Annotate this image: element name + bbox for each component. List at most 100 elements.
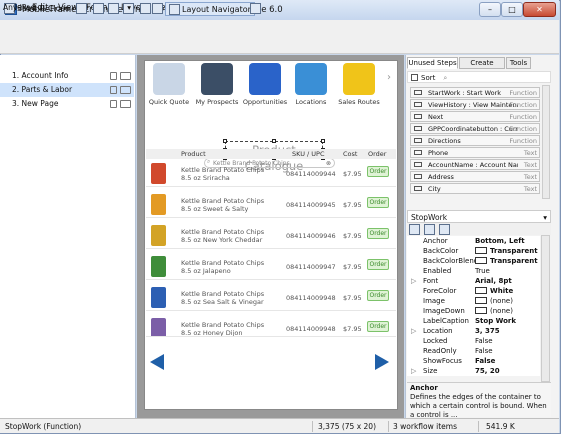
step-item[interactable]: Directions Function [410, 135, 540, 146]
nav-tile-my-prospects[interactable]: My Prospects [194, 63, 240, 116]
button-icon [414, 138, 422, 143]
navigator-icon [169, 4, 180, 15]
next-arrow-icon[interactable] [375, 354, 389, 370]
color-swatch [475, 257, 487, 264]
resize-handle[interactable] [223, 139, 227, 143]
order-button[interactable]: Order [367, 259, 389, 270]
property-row[interactable]: ▷ Location 3, 375 [407, 326, 540, 336]
expand-icon[interactable]: ▷ [411, 366, 416, 376]
list-view-button[interactable] [250, 2, 263, 16]
expand-icon[interactable]: ▷ [411, 276, 416, 286]
property-row[interactable]: ▷ Size 75, 20 [407, 366, 540, 376]
tab-unused-steps[interactable]: Unused Steps [407, 57, 458, 69]
redo-button[interactable] [152, 2, 165, 16]
order-button[interactable]: Order [367, 321, 389, 332]
property-row[interactable]: Locked False [407, 336, 540, 346]
color-swatch [475, 247, 487, 254]
tablet-icon [120, 100, 131, 108]
step-item[interactable]: City Text [410, 183, 540, 194]
product-image [151, 318, 166, 336]
categorized-icon[interactable] [409, 224, 420, 235]
nav-tile-locations[interactable]: Locations [288, 63, 334, 116]
table-row: Kettle Brand Potato Chips 8.5 oz Sea Sal… [146, 284, 396, 311]
table-row: Kettle Brand Potato Chips 8.5 oz Honey D… [146, 315, 396, 337]
property-row[interactable]: BackColor Transparent [407, 246, 540, 256]
maximize-button[interactable]: □ [501, 2, 523, 17]
property-row[interactable]: LabelCaption Stop Work [407, 316, 540, 326]
property-row[interactable]: Enabled True [407, 266, 540, 276]
person-icon [201, 63, 233, 95]
order-button[interactable]: Order [367, 166, 389, 177]
status-selected-item: StopWork (Function) [5, 422, 82, 431]
product-image [151, 287, 166, 308]
step-item[interactable]: ViewHistory : View MaintenanceFunction [410, 99, 540, 110]
page-item-account-info[interactable]: 1. Account Info [0, 69, 134, 83]
status-workflow-count: 3 workflow items [393, 422, 457, 431]
trend-arrow-icon [249, 63, 281, 95]
color-swatch [475, 287, 487, 294]
device-dropdown[interactable]: Any iPad ▾ [2, 2, 133, 14]
table-row: Kettle Brand Potato Chips 8.5 oz Srirach… [146, 160, 396, 187]
textbox-icon [414, 162, 422, 167]
property-row[interactable]: ImageDown (none) [407, 306, 540, 316]
alphabetical-icon[interactable] [424, 224, 435, 235]
property-description: Anchor Defines the edges of the container… [407, 382, 551, 417]
chevron-right-icon[interactable]: › [387, 72, 391, 83]
property-row[interactable]: Image (none) [407, 296, 540, 306]
layout-navigator-button[interactable]: Layout Navigator [165, 2, 255, 16]
phone-icon [110, 86, 117, 94]
tab-create-steps[interactable]: Create Steps [459, 57, 505, 78]
properties-object-select[interactable]: StopWork ▾ [407, 210, 551, 223]
resize-handle[interactable] [321, 139, 325, 143]
textbox-icon [414, 174, 422, 179]
page-item-new-page[interactable]: 3. New Page [0, 97, 134, 111]
order-button[interactable]: Order [367, 290, 389, 301]
property-row[interactable]: ▷ Font Arial, 8pt [407, 276, 540, 286]
property-row[interactable]: ShowFocus False [407, 356, 540, 366]
order-button[interactable]: Order [367, 197, 389, 208]
tablet-icon [120, 86, 131, 94]
sort-checkbox[interactable] [411, 74, 418, 81]
steps-scrollbar[interactable] [542, 85, 550, 199]
step-item[interactable]: Next Function [410, 111, 540, 122]
product-image [151, 225, 166, 246]
page-item-parts-labor[interactable]: 2. Parts & Labor [0, 83, 134, 97]
step-item[interactable]: Phone Text [410, 147, 540, 158]
close-button[interactable]: ✕ [523, 2, 556, 17]
minimize-button[interactable]: – [479, 2, 501, 17]
step-item[interactable]: Address Text [410, 171, 540, 182]
property-row[interactable]: ReadOnly False [407, 346, 540, 356]
nav-tile-quick-quote[interactable]: Quick Quote [146, 63, 192, 116]
status-position: 3,375 (75 x 20) [318, 422, 377, 431]
tab-tools[interactable]: Tools [506, 57, 531, 69]
table-row: Kettle Brand Potato Chips 8.5 oz New Yor… [146, 222, 396, 249]
status-size: 541.9 K [486, 422, 515, 431]
expand-icon[interactable]: ▷ [411, 326, 416, 336]
textbox-icon [414, 186, 422, 191]
property-row[interactable]: BackColorBlend Transparent [407, 256, 540, 266]
order-button[interactable]: Order [367, 228, 389, 239]
route-sign-icon [343, 63, 375, 95]
button-icon [414, 114, 422, 119]
redo-icon [152, 3, 163, 14]
resize-handle[interactable] [272, 139, 276, 143]
table-row: Kettle Brand Potato Chips 8.5 oz Sweet &… [146, 191, 396, 218]
button-icon [414, 102, 422, 107]
step-item[interactable]: GPPCoordinatebutton : Current G...Functi… [410, 123, 540, 134]
search-icon[interactable]: ⌕ [443, 74, 447, 82]
previous-arrow-icon[interactable] [150, 354, 164, 370]
property-pages-icon[interactable] [439, 224, 450, 235]
product-image [151, 163, 166, 184]
nav-tile-sales-routes[interactable]: Sales Routes [336, 63, 382, 116]
product-image [151, 256, 166, 277]
nav-tile-opportunities[interactable]: Opportunities [242, 63, 288, 116]
properties-scrollbar[interactable] [541, 235, 550, 382]
step-item[interactable]: StartWork : Start Work Function [410, 87, 540, 98]
status-bar: StopWork (Function) 3,375 (75 x 20) 3 wo… [0, 418, 559, 433]
property-row[interactable]: Anchor Bottom, Left [407, 236, 540, 246]
menu-bar [0, 20, 559, 36]
property-row[interactable]: ForeColor White [407, 286, 540, 296]
table-header: Product SKU / UPC Cost Order [146, 149, 396, 159]
step-item[interactable]: AccountName : Account Name Text [410, 159, 540, 170]
product-image [151, 194, 166, 215]
